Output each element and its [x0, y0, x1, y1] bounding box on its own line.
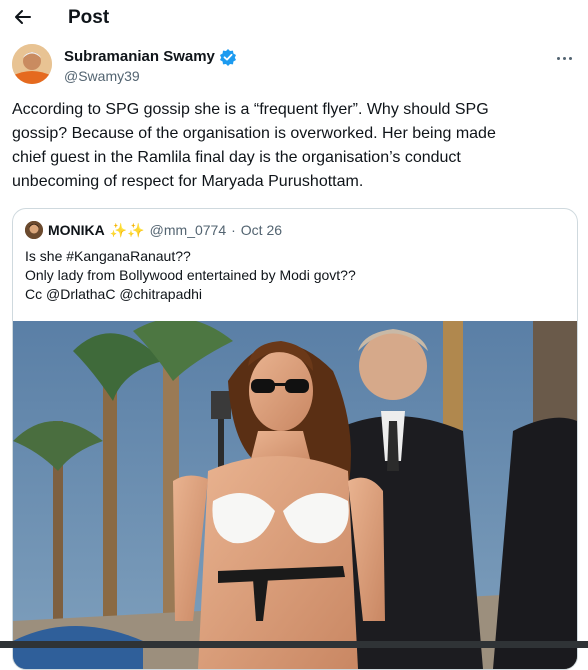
top-bar: Post [0, 0, 588, 38]
avatar[interactable] [12, 44, 52, 84]
separator-dot: · [231, 222, 236, 238]
quoted-post-header: MONIKA ✨✨ @mm_0774 · Oct 26 [25, 221, 282, 239]
quoted-text-line: Cc @DrlathaC @chitrapadhi [25, 286, 203, 302]
post-text-line: unbecoming of respect for Maryada Purush… [12, 173, 364, 190]
more-options-icon[interactable] [552, 48, 576, 68]
quoted-avatar[interactable] [25, 221, 43, 239]
quoted-post-text: Is she #KanganaRanaut?? Only lady from B… [25, 247, 565, 304]
post-text-line: chief guest in the Ramlila final day is … [12, 149, 461, 166]
sparkles-emoji: ✨✨ [109, 222, 145, 238]
author-handle[interactable]: @Swamy39 [64, 67, 140, 85]
post-text-line: gossip? Because of the organisation is o… [12, 125, 496, 142]
page-title: Post [68, 7, 110, 28]
author-name[interactable]: Subramanian Swamy [64, 47, 215, 67]
quoted-text-line: Is she #KanganaRanaut?? [25, 248, 191, 264]
verified-badge-icon [219, 48, 237, 66]
quoted-author-handle[interactable]: @mm_0774 [150, 221, 226, 239]
quoted-post-image[interactable] [13, 318, 577, 669]
quoted-text-line: Only lady from Bollywood entertained by … [25, 267, 356, 283]
post-text-line: According to SPG gossip she is a “freque… [12, 101, 489, 118]
bottom-bar [0, 641, 588, 648]
post-text: According to SPG gossip she is a “freque… [12, 98, 572, 194]
quoted-post-date[interactable]: Oct 26 [241, 221, 282, 239]
back-arrow-icon[interactable] [12, 6, 34, 28]
quoted-post[interactable]: MONIKA ✨✨ @mm_0774 · Oct 26 Is she #Kang… [12, 208, 578, 670]
post-author: Subramanian Swamy @Swamy39 [12, 44, 576, 92]
quoted-author-name[interactable]: MONIKA [48, 221, 105, 239]
